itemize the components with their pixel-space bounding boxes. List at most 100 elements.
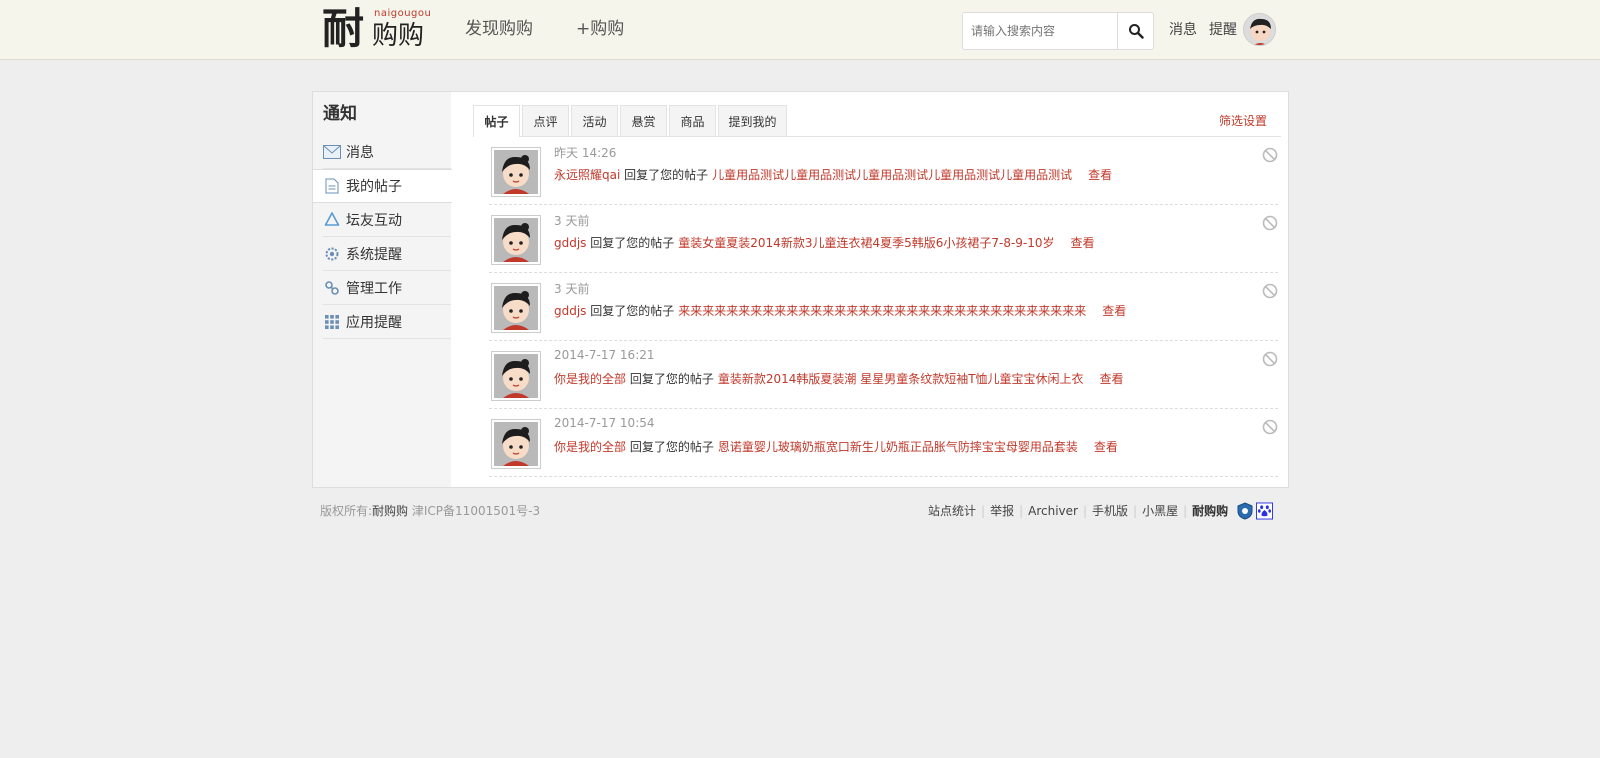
top-messages-link[interactable]: 消息 [1169,19,1197,41]
sidebar-item-label: 应用提醒 [346,314,402,331]
footer-link-blackroom[interactable]: 小黑屋 [1142,502,1178,519]
top-bar: 耐 naigougou 购购 发现购购 +购购 消息 提醒 [0,0,1600,60]
notice-item: 2014-7-17 16:21 你是我的全部 回复了您的帖子 童装新款2014韩版夏… [489,341,1278,409]
sidebar: 通知 消息 我的帖子 坛友互动 系统提醒 管理工作 应用提醒 [313,92,452,487]
notice-time: 2014-7-17 10:54 [554,416,655,430]
ignore-icon[interactable] [1262,147,1278,163]
tab-comments[interactable]: 点评 [522,105,569,136]
footer-link-stats[interactable]: 站点统计 [928,502,976,519]
sidebar-item-label: 消息 [346,144,374,161]
notice-user-link[interactable]: 永远照耀qai [554,168,620,182]
envelope-icon [323,143,341,161]
notice-subject-link[interactable]: 恩诺童婴儿玻璃奶瓶宽口新生儿奶瓶正品胀气防摔宝宝母婴用品套装 [718,440,1078,454]
tab-rewards[interactable]: 悬赏 [620,105,667,136]
footer-link-report[interactable]: 举报 [990,502,1014,519]
commenter-avatar[interactable] [491,351,541,401]
commenter-avatar[interactable] [491,215,541,265]
ignore-icon[interactable] [1262,419,1278,435]
footer-link-mobile[interactable]: 手机版 [1092,502,1128,519]
nav-add-gougou[interactable]: +购购 [576,16,624,42]
sidebar-item-label: 我的帖子 [346,179,402,195]
sidebar-item-my-posts[interactable]: 我的帖子 [313,169,452,203]
logo-main-char: 耐 [322,4,365,53]
notice-item: 2014-7-17 10:54 你是我的全部 回复了您的帖子 恩诺童婴儿玻璃奶瓶宽口… [489,409,1278,477]
tab-posts[interactable]: 帖子 [473,105,520,137]
search-input[interactable] [963,13,1118,49]
sidebar-item-interaction[interactable]: 坛友互动 [323,203,451,237]
sidebar-item-apps[interactable]: 应用提醒 [323,305,451,339]
notice-action: 回复了您的帖子 [629,440,714,454]
footer-brand-link[interactable]: 耐购购 [1192,502,1228,519]
tab-mentions[interactable]: 提到我的 [718,105,787,136]
site-logo[interactable]: 耐 naigougou 购购 [322,5,434,53]
notice-item: 3 天前 gddjs 回复了您的帖子 童装女童夏装2014新款3儿童连衣裙4夏季5韩… [489,205,1278,273]
notice-view-link[interactable]: 查看 [1094,440,1118,454]
icp-number[interactable]: 津ICP备11001501号-3 [412,504,540,518]
commenter-avatar[interactable] [491,283,541,333]
notice-subject-link[interactable]: 来来来来来来来来来来来来来来来来来来来来来来来来来来来来来来来来来来 [678,304,1086,318]
sidebar-item-system[interactable]: 系统提醒 [323,237,451,271]
notice-view-link[interactable]: 查看 [1088,168,1112,182]
notice-action: 回复了您的帖子 [629,372,714,386]
notice-time: 3 天前 [554,214,590,228]
notice-user-link[interactable]: gddjs [554,236,586,250]
tab-activities[interactable]: 活动 [571,105,618,136]
logo-subtitle: naigougou [374,8,432,19]
commenter-avatar[interactable] [491,419,541,469]
recycle-icon [323,211,341,229]
footer-links: 站点统计 | 举报 | Archiver | 手机版 | 小黑屋 | 耐购购 [928,501,1274,520]
notice-time: 2014-7-17 16:21 [554,348,655,362]
sidebar-item-label: 坛友互动 [346,212,402,229]
notice-view-link[interactable]: 查看 [1102,304,1126,318]
baidu-paw-icon[interactable] [1256,502,1274,519]
notice-text: gddjs 回复了您的帖子 童装女童夏装2014新款3儿童连衣裙4夏季5韩版6小孩… [554,234,1095,251]
notice-action: 回复了您的帖子 [624,168,709,182]
notice-time: 3 天前 [554,282,590,296]
notice-text: 你是我的全部 回复了您的帖子 恩诺童婴儿玻璃奶瓶宽口新生儿奶瓶正品胀气防摔宝宝母婴… [554,438,1118,455]
footer-copyright: 版权所有:耐购购 津ICP备11001501号-3 [320,502,540,519]
notice-text: 永远照耀qai 回复了您的帖子 儿童用品测试儿童用品测试儿童用品测试儿童用品测试儿… [554,166,1112,183]
logo-gou: 购购 [372,21,425,51]
notice-user-link[interactable]: 你是我的全部 [554,372,626,386]
notice-action: 回复了您的帖子 [590,236,675,250]
notice-item: 3 天前 gddjs 回复了您的帖子 来来来来来来来来来来来来来来来来来来来来来来来… [489,273,1278,341]
commenter-avatar[interactable] [491,147,541,197]
search-button[interactable] [1117,13,1153,49]
sidebar-item-messages[interactable]: 消息 [323,135,451,169]
notice-user-link[interactable]: 你是我的全部 [554,440,626,454]
grid-icon [323,313,341,331]
notice-action: 回复了您的帖子 [590,304,675,318]
user-avatar[interactable] [1243,13,1276,46]
tab-goods[interactable]: 商品 [669,105,716,136]
sidebar-item-label: 系统提醒 [346,246,402,263]
gear-icon [323,245,341,263]
footer-site-link[interactable]: 耐购购 [372,504,408,518]
ignore-icon[interactable] [1262,351,1278,367]
notice-view-link[interactable]: 查看 [1071,236,1095,250]
notice-text: 你是我的全部 回复了您的帖子 童装新款2014韩版夏装潮 星星男童条纹款短袖T恤儿… [554,370,1124,387]
sidebar-title: 通知 [323,104,357,124]
ignore-icon[interactable] [1262,215,1278,231]
sidebar-item-label: 管理工作 [346,280,402,297]
notice-subject-link[interactable]: 童装新款2014韩版夏装潮 星星男童条纹款短袖T恤儿童宝宝休闲上衣 [718,372,1084,386]
notice-item: 昨天 14:26 永远照耀qai 回复了您的帖子 儿童用品测试儿童用品测试儿童用品测… [489,137,1278,205]
link-icon [323,279,341,297]
document-icon [323,177,341,195]
search-box [962,12,1154,50]
notice-user-link[interactable]: gddjs [554,304,586,318]
notification-panel: 通知 消息 我的帖子 坛友互动 系统提醒 管理工作 应用提醒 帖子 点评 活动 … [312,91,1289,488]
ignore-icon[interactable] [1262,283,1278,299]
notice-subject-link[interactable]: 童装女童夏装2014新款3儿童连衣裙4夏季5韩版6小孩裙子7-8-9-10岁 [678,236,1054,250]
sidebar-item-management[interactable]: 管理工作 [323,271,451,305]
notice-view-link[interactable]: 查看 [1100,372,1124,386]
top-reminders-link[interactable]: 提醒 [1209,19,1237,41]
search-icon [1128,24,1144,39]
copyright-prefix: 版权所有: [320,504,373,518]
notice-time: 昨天 14:26 [554,146,617,160]
security-shield-icon[interactable] [1236,501,1253,520]
footer-link-archiver[interactable]: Archiver [1028,504,1078,518]
notice-subject-link[interactable]: 儿童用品测试儿童用品测试儿童用品测试儿童用品测试儿童用品测试 [712,168,1072,182]
filter-settings-link[interactable]: 筛选设置 [1219,112,1267,129]
notice-text: gddjs 回复了您的帖子 来来来来来来来来来来来来来来来来来来来来来来来来来来来… [554,302,1126,319]
nav-discover[interactable]: 发现购购 [465,16,533,42]
